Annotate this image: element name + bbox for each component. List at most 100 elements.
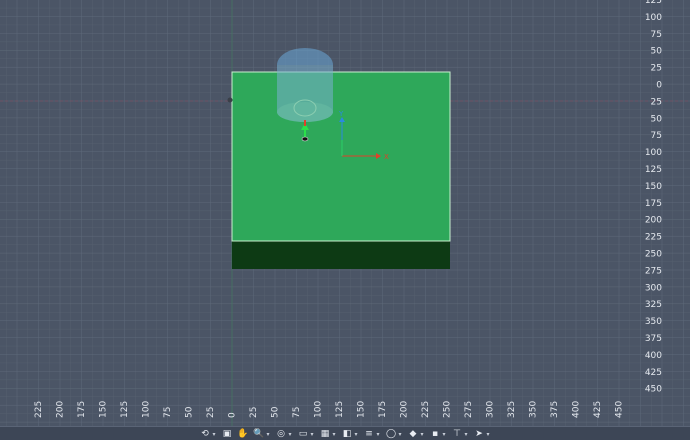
dropdown-caret-icon[interactable]: ▾ <box>265 429 271 440</box>
diamond-icon[interactable]: ◆ <box>407 429 419 440</box>
bottom-ruler-label: 50 <box>185 406 195 418</box>
bottom-ruler-label: 275 <box>464 401 474 418</box>
bottom-ruler-label: 0 <box>228 412 238 418</box>
grid-canvas: X Y 125100755025025507510012515017520022… <box>0 0 690 426</box>
orbit-icon[interactable]: ⟲ <box>199 429 211 440</box>
right-ruler-label: 100 <box>645 148 662 158</box>
bottom-ruler-label: 25 <box>249 407 259 418</box>
bottom-ruler-label: 250 <box>443 401 453 418</box>
right-ruler-label: 125 <box>645 0 662 6</box>
layers-control: ≡ ▾ <box>361 427 383 440</box>
bottom-ruler-label: 25 <box>206 407 216 418</box>
fit-view-control: ▣ <box>219 427 235 440</box>
plate-side-face <box>232 240 450 269</box>
bottom-ruler-label: 300 <box>486 401 496 418</box>
bottom-ruler-label: 375 <box>550 401 560 418</box>
plate-top-face[interactable] <box>231 71 451 242</box>
tool-bottom-ellipse <box>277 102 333 122</box>
bottom-ruler-label: 400 <box>572 401 582 418</box>
right-ruler-label: 50 <box>651 47 663 57</box>
right-ruler-label: 25 <box>651 97 662 107</box>
bottom-ruler-label: 75 <box>163 407 173 418</box>
zoom-icon[interactable]: 🔍 <box>253 429 265 440</box>
triad-y-label: Y <box>338 110 344 118</box>
right-ruler-label: 225 <box>645 233 662 243</box>
bottom-ruler-label: 75 <box>292 407 302 418</box>
right-ruler-label: 25 <box>651 64 662 74</box>
dropdown-caret-icon[interactable]: ▾ <box>375 429 381 440</box>
zoom-control: 🔍 ▾ <box>251 427 273 440</box>
grid-control: ▦ ▾ <box>317 427 339 440</box>
right-ruler-label: 50 <box>651 114 663 124</box>
camera-icon[interactable]: ▪ <box>429 429 441 440</box>
bottom-ruler: 225 200 175 150 125 100 75 50 25 0 25 50 75 100 125 150… <box>34 401 625 418</box>
right-ruler-label: 275 <box>645 266 662 276</box>
dropdown-caret-icon[interactable]: ▾ <box>353 429 359 440</box>
right-ruler-label: 375 <box>645 334 662 344</box>
display-monitor-control: ▭ ▾ <box>295 427 317 440</box>
zoom-window-control: ◎ ▾ <box>273 427 295 440</box>
bottom-ruler-label: 200 <box>400 401 410 418</box>
view-toolbar: ⟲ ▾ ▣ ✋ 🔍 ▾ ◎ ▾ ▭ ▾ ▦ ▾ ◧ ▾ ≡ ▾ ◯ ▾ ◆ ▾ ▪ ▾ ⊤ ▾ ➤ ▾ <box>0 426 690 440</box>
simulation-control: ➤ ▾ <box>471 427 493 440</box>
sphere-control: ◯ ▾ <box>383 427 405 440</box>
right-ruler-label: 250 <box>645 250 662 260</box>
camera-control: ▪ ▾ <box>427 427 449 440</box>
right-ruler-label: 400 <box>645 351 662 361</box>
bottom-ruler-label: 125 <box>120 401 130 418</box>
bottom-ruler-label: 100 <box>142 401 152 418</box>
right-ruler-label: 200 <box>645 216 662 226</box>
probe-control: ⊤ ▾ <box>449 427 471 440</box>
right-ruler-label: 350 <box>645 317 662 327</box>
dropdown-caret-icon[interactable]: ▾ <box>485 429 491 440</box>
bottom-ruler-label: 50 <box>271 406 281 418</box>
origin-marker <box>227 97 233 103</box>
dropdown-caret-icon[interactable]: ▾ <box>463 429 469 440</box>
fit-view-icon[interactable]: ▣ <box>221 429 233 440</box>
right-ruler-label: 125 <box>645 165 662 175</box>
triad-x-label: X <box>384 153 389 161</box>
view-cube-icon[interactable]: ◧ <box>341 429 353 440</box>
bottom-ruler-label: 150 <box>357 401 367 418</box>
bottom-ruler-label: 100 <box>314 401 324 418</box>
dropdown-caret-icon[interactable]: ▾ <box>419 429 425 440</box>
dropdown-caret-icon[interactable]: ▾ <box>441 429 447 440</box>
tool-holder[interactable] <box>277 48 333 122</box>
bottom-ruler-label: 425 <box>593 401 603 418</box>
bottom-ruler-label: 225 <box>421 401 431 418</box>
grid-icon[interactable]: ▦ <box>319 429 331 440</box>
right-ruler-label: 150 <box>645 182 662 192</box>
bottom-ruler-label: 150 <box>99 401 109 418</box>
simulation-icon[interactable]: ➤ <box>473 429 485 440</box>
display-monitor-icon[interactable]: ▭ <box>297 429 309 440</box>
zoom-window-icon[interactable]: ◎ <box>275 429 287 440</box>
bottom-ruler-label: 350 <box>529 401 539 418</box>
dropdown-caret-icon[interactable]: ▾ <box>211 429 217 440</box>
dropdown-caret-icon[interactable]: ▾ <box>397 429 403 440</box>
right-ruler-label: 175 <box>645 199 662 209</box>
right-ruler-label: 75 <box>651 131 662 141</box>
right-ruler-label: 75 <box>651 30 662 40</box>
dropdown-caret-icon[interactable]: ▾ <box>309 429 315 440</box>
dropdown-caret-icon[interactable]: ▾ <box>331 429 337 440</box>
right-ruler-label: 300 <box>645 283 662 293</box>
orbit-control: ⟲ ▾ <box>197 427 219 440</box>
bottom-ruler-label: 200 <box>56 401 66 418</box>
pan-hand-icon[interactable]: ✋ <box>237 429 249 440</box>
bottom-ruler-label: 450 <box>615 401 625 418</box>
layers-icon[interactable]: ≡ <box>363 429 375 440</box>
right-ruler-label: 425 <box>645 368 662 378</box>
sphere-icon[interactable]: ◯ <box>385 429 397 440</box>
bottom-ruler-label: 125 <box>335 401 345 418</box>
graphics-viewport[interactable]: X Y 125 100 75 50 25 0 25 50 75 100 125 150 175 200 22… <box>0 0 690 440</box>
bottom-ruler-label: 175 <box>378 401 388 418</box>
right-ruler-label: 450 <box>645 385 662 395</box>
probe-icon[interactable]: ⊤ <box>451 429 463 440</box>
right-ruler-label: 325 <box>645 300 662 310</box>
bottom-ruler-label: 225 <box>34 401 44 418</box>
right-ruler-label: 100 <box>645 13 662 23</box>
bottom-ruler-label: 175 <box>77 401 87 418</box>
bottom-ruler-label: 325 <box>507 401 517 418</box>
dropdown-caret-icon[interactable]: ▾ <box>287 429 293 440</box>
pan-hand-control: ✋ <box>235 427 251 440</box>
